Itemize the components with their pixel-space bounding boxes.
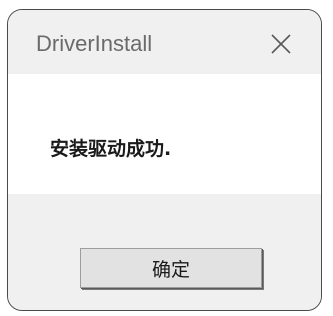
window-title: DriverInstall xyxy=(36,31,153,56)
message-area: 安装驱动成功. xyxy=(8,74,321,194)
close-button[interactable] xyxy=(267,30,295,58)
message-dialog: DriverInstall 安装驱动成功. 确定 xyxy=(7,9,322,311)
title-bar: DriverInstall xyxy=(8,10,321,74)
button-area: 确定 xyxy=(8,194,321,310)
close-icon xyxy=(271,34,291,54)
ok-button[interactable]: 确定 xyxy=(80,248,262,288)
message-text: 安装驱动成功. xyxy=(50,138,172,160)
